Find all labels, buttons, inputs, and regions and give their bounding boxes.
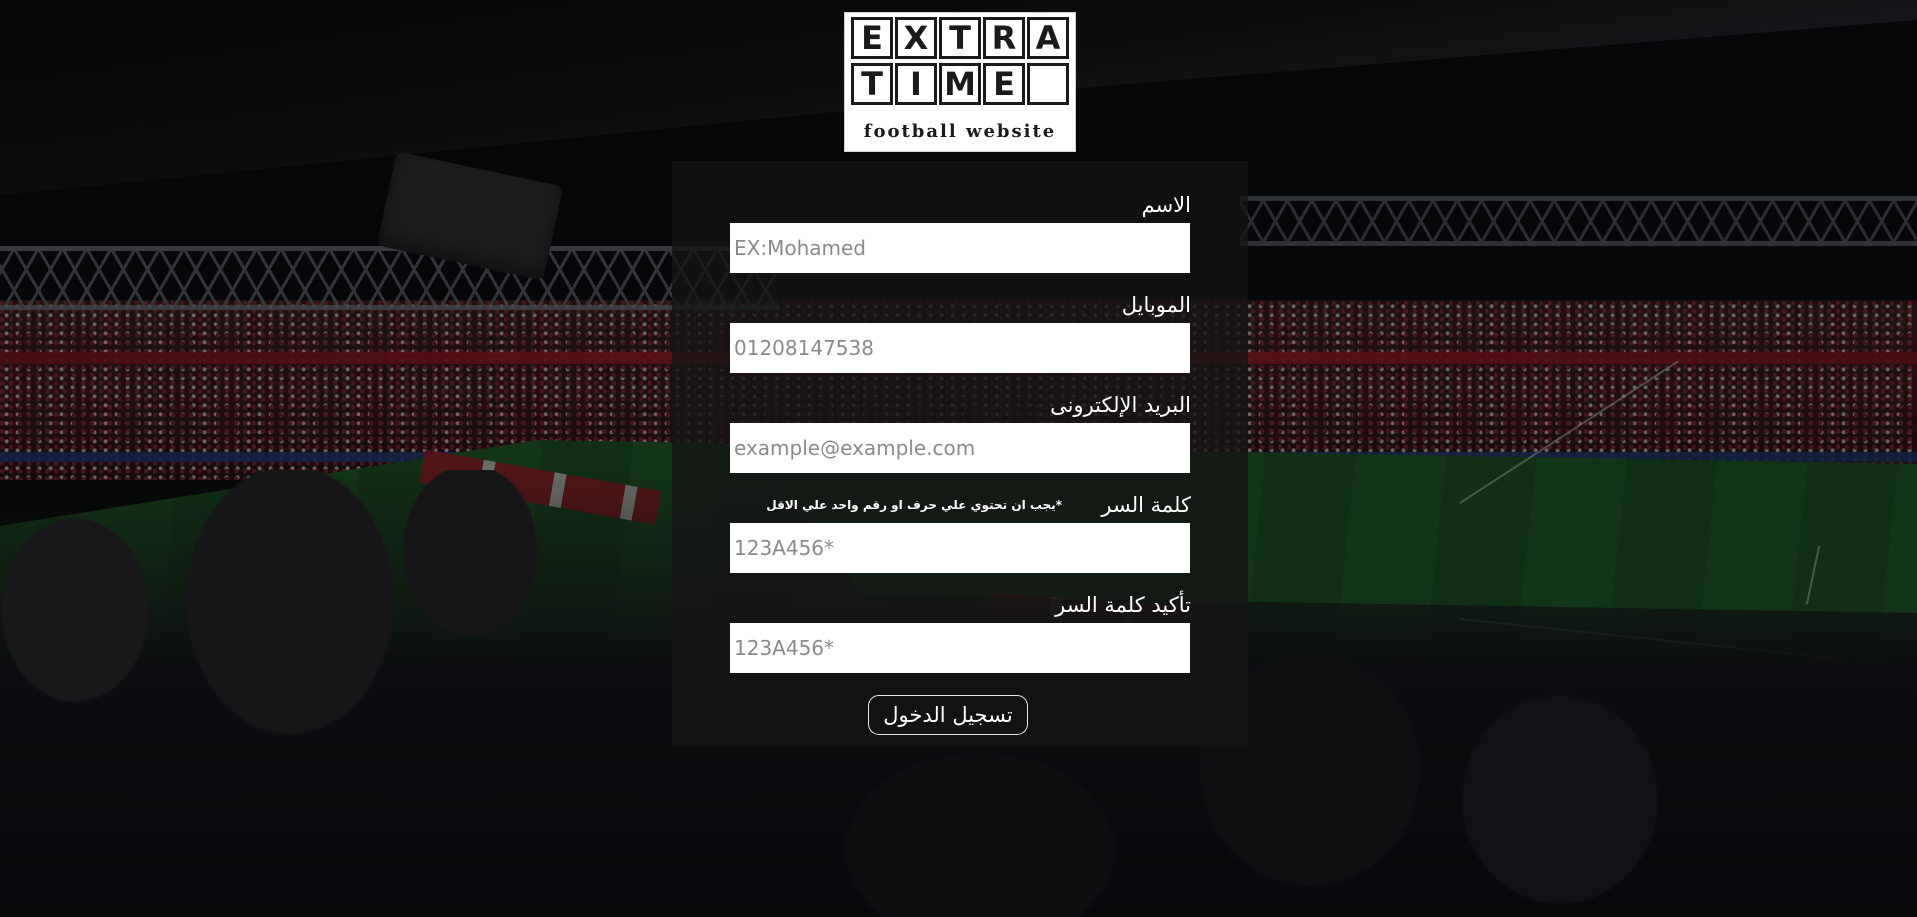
logo-letter: E [851,17,893,59]
password-label: كلمة السر [1101,493,1191,517]
logo-letter: E [983,63,1025,105]
email-input[interactable] [730,423,1190,473]
logo-letter: T [939,17,981,59]
logo-letter: I [895,63,937,105]
login-button[interactable]: تسجيل الدخول [868,695,1028,735]
logo-letter: T [851,63,893,105]
logo-letter: M [939,63,981,105]
mobile-input[interactable] [730,323,1190,373]
name-input[interactable] [730,223,1190,273]
logo-letter [1027,63,1069,105]
name-label: الاسم [1141,193,1191,217]
logo-tagline: football website [863,121,1057,142]
password-input[interactable] [730,523,1190,573]
password-hint: *يجب ان تحتوي علي حرف او رقم واحد علي ال… [766,498,1062,512]
logo-letter: A [1027,17,1069,59]
email-label: البريد الإلكترونى [1050,393,1191,417]
confirm-password-label: تأكيد كلمة السر [1055,593,1191,617]
confirm-password-input[interactable] [730,623,1190,673]
extra-time-logo: E X T R A T I M E football website [844,12,1076,152]
logo-letter-grid: E X T R A T I M E [851,17,1069,105]
mobile-label: الموبايل [1121,293,1191,317]
logo-letter: R [983,17,1025,59]
registration-form: الاسم الموبايل البريد الإلكترونى كلمة ال… [672,161,1248,747]
signup-page: E X T R A T I M E football website الاسم… [0,0,1917,917]
logo-letter: X [895,17,937,59]
